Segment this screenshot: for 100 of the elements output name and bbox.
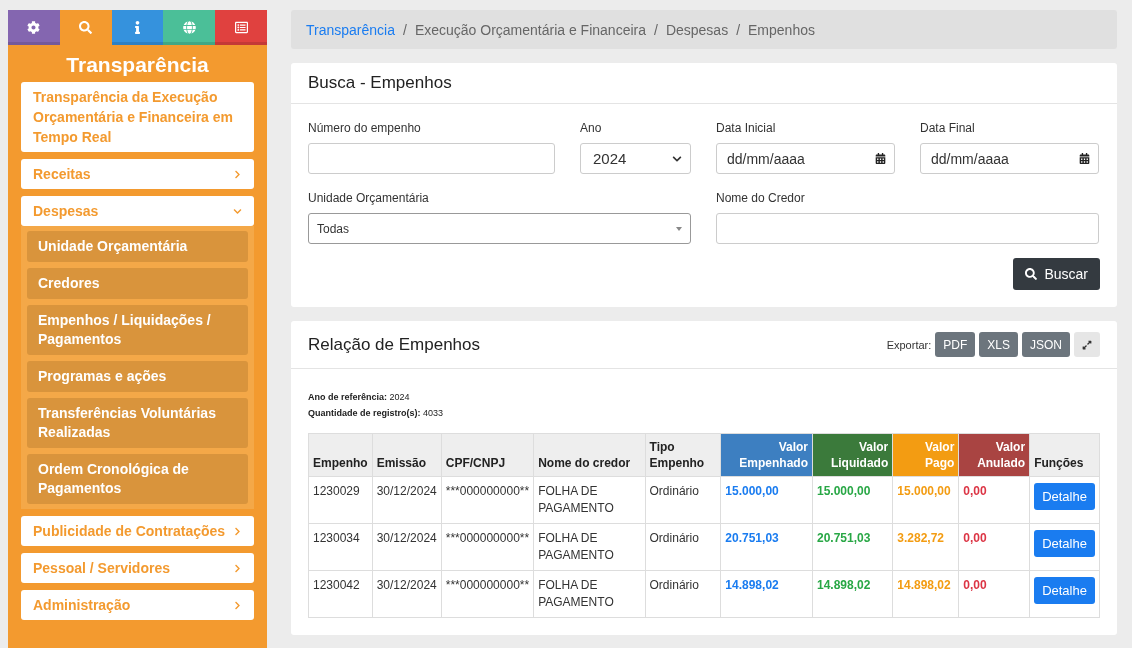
card-title: Relação de Empenhos [308, 334, 480, 355]
breadcrumb-item: Execução Orçamentária e Financeira [414, 21, 646, 38]
table-cell: Ordinário [645, 476, 721, 524]
submenu-item[interactable]: Ordem Cronológica de Pagamentos [27, 454, 248, 504]
column-header: Emissão [372, 433, 442, 477]
submenu-item[interactable]: Credores [27, 268, 248, 299]
calendar-icon[interactable] [875, 153, 886, 164]
menu-item[interactable]: Publicidade de Contratações [21, 516, 254, 546]
field-label: Data Final [920, 121, 976, 135]
year-select[interactable]: 2024 [580, 143, 691, 174]
table-cell: 30/12/2024 [372, 570, 442, 618]
field-label: Data Inicial [716, 121, 777, 135]
table-cell: 0,00 [958, 476, 1030, 524]
table-cell: 14.898,02 [720, 570, 813, 618]
breadcrumb-separator: / [403, 21, 407, 38]
table-cell: FOLHA DE PAGAMENTO [533, 570, 646, 618]
table-cell: 15.000,00 [812, 476, 893, 524]
column-header: Tipo Empenho [645, 433, 721, 477]
submenu-item[interactable]: Transferências Voluntárias Realizadas [27, 398, 248, 448]
export-label: Exportar: [886, 338, 932, 351]
column-header: Funções [1029, 433, 1100, 477]
table-cell: 14.898,02 [812, 570, 893, 618]
table-cell: 20.751,03 [812, 523, 893, 571]
table-cell: 1230034 [308, 523, 373, 571]
column-header: Nome do credor [533, 433, 646, 477]
export-button[interactable]: PDF [935, 332, 976, 357]
table-cell: ***000000000** [441, 523, 534, 571]
detail-button[interactable]: Detalhe [1034, 577, 1095, 604]
gear-icon [27, 21, 41, 34]
menu-item[interactable]: Despesas [21, 196, 254, 226]
sidebar-tab[interactable] [111, 10, 164, 45]
unit-select[interactable]: Todas [308, 213, 691, 244]
sidebar-tab[interactable] [8, 10, 60, 45]
field-label: Unidade Orçamentária [308, 191, 430, 205]
menu-item[interactable]: Receitas [21, 159, 254, 189]
column-header: Valor Empenhado [720, 433, 813, 477]
breadcrumb-separator: / [736, 21, 741, 38]
table-cell: 1230029 [308, 476, 373, 524]
text-field[interactable] [716, 213, 1099, 244]
menu-item[interactable]: Transparência da Execução Orçamentária e Financeira em Tempo Real [21, 82, 254, 152]
table-cell: 15.000,00 [892, 476, 959, 524]
breadcrumb-item: Despesas [665, 21, 729, 38]
info-text: Ano de referência: 2024 [308, 391, 411, 404]
table-cell: 15.000,00 [720, 476, 813, 524]
breadcrumb-link[interactable]: Transparência [306, 21, 395, 38]
card-title: Busca - Empenhos [308, 73, 452, 93]
list-icon [234, 21, 248, 34]
expand-button[interactable] [1074, 332, 1100, 357]
chevron-down-icon [672, 153, 682, 164]
table-cell: Ordinário [645, 570, 721, 618]
chevron-right-icon [233, 526, 242, 536]
chevron-right-icon [233, 169, 242, 179]
table-cell: FOLHA DE PAGAMENTO [533, 476, 646, 524]
table-cell: 30/12/2024 [372, 476, 442, 524]
table-cell: 30/12/2024 [372, 523, 442, 571]
table-cell: ***000000000** [441, 476, 534, 524]
expand-icon [1082, 339, 1092, 350]
search-icon [1025, 268, 1038, 280]
column-header: Valor Pago [892, 433, 959, 477]
column-header: Valor Anulado [958, 433, 1030, 477]
column-header: Empenho [308, 433, 373, 477]
submenu-item[interactable]: Programas e ações [27, 361, 248, 392]
date-field[interactable]: dd/mm/aaaa [716, 143, 895, 174]
field-label: Ano [580, 121, 603, 135]
chevron-right-icon [233, 563, 242, 573]
table-cell: Ordinário [645, 523, 721, 571]
table-cell: 14.898,02 [892, 570, 959, 618]
export-button[interactable]: XLS [979, 332, 1018, 357]
table-cell: 0,00 [958, 523, 1030, 571]
sidebar-tab[interactable] [215, 10, 267, 45]
search-icon [79, 21, 93, 34]
info-text: Quantidade de registro(s): 4033 [308, 407, 445, 420]
text-field[interactable] [308, 143, 555, 174]
menu-item[interactable]: Pessoal / Servidores [21, 553, 254, 583]
field-label: Número do empenho [308, 121, 422, 135]
chevron-right-icon [233, 600, 242, 610]
table-cell: 20.751,03 [720, 523, 813, 571]
table-cell: 1230042 [308, 570, 373, 618]
table-cell: 3.282,72 [892, 523, 959, 571]
globe-icon [182, 21, 196, 34]
calendar-icon[interactable] [1079, 153, 1090, 164]
column-header: CPF/CNPJ [441, 433, 534, 477]
chevron-down-icon [233, 206, 242, 216]
submenu-item[interactable]: Unidade Orçamentária [27, 231, 248, 262]
table-cell: 0,00 [958, 570, 1030, 618]
submenu-item[interactable]: Empenhos / Liquidações / Pagamentos [27, 305, 248, 355]
export-button[interactable]: JSON [1022, 332, 1070, 357]
breadcrumb-separator: / [654, 21, 658, 38]
sidebar-title: Transparência [65, 52, 210, 78]
search-button[interactable]: Buscar [1013, 258, 1100, 290]
table-cell: ***000000000** [441, 570, 534, 618]
menu-item[interactable]: Administração [21, 590, 254, 620]
detail-button[interactable]: Detalhe [1034, 483, 1095, 510]
field-label: Nome do Credor [716, 191, 806, 205]
breadcrumb-item: Empenhos [748, 21, 815, 38]
column-header: Valor Liquidado [812, 433, 893, 477]
table-cell: FOLHA DE PAGAMENTO [533, 523, 646, 571]
detail-button[interactable]: Detalhe [1034, 530, 1095, 557]
sidebar-tab[interactable] [163, 10, 216, 45]
date-field[interactable]: dd/mm/aaaa [920, 143, 1099, 174]
